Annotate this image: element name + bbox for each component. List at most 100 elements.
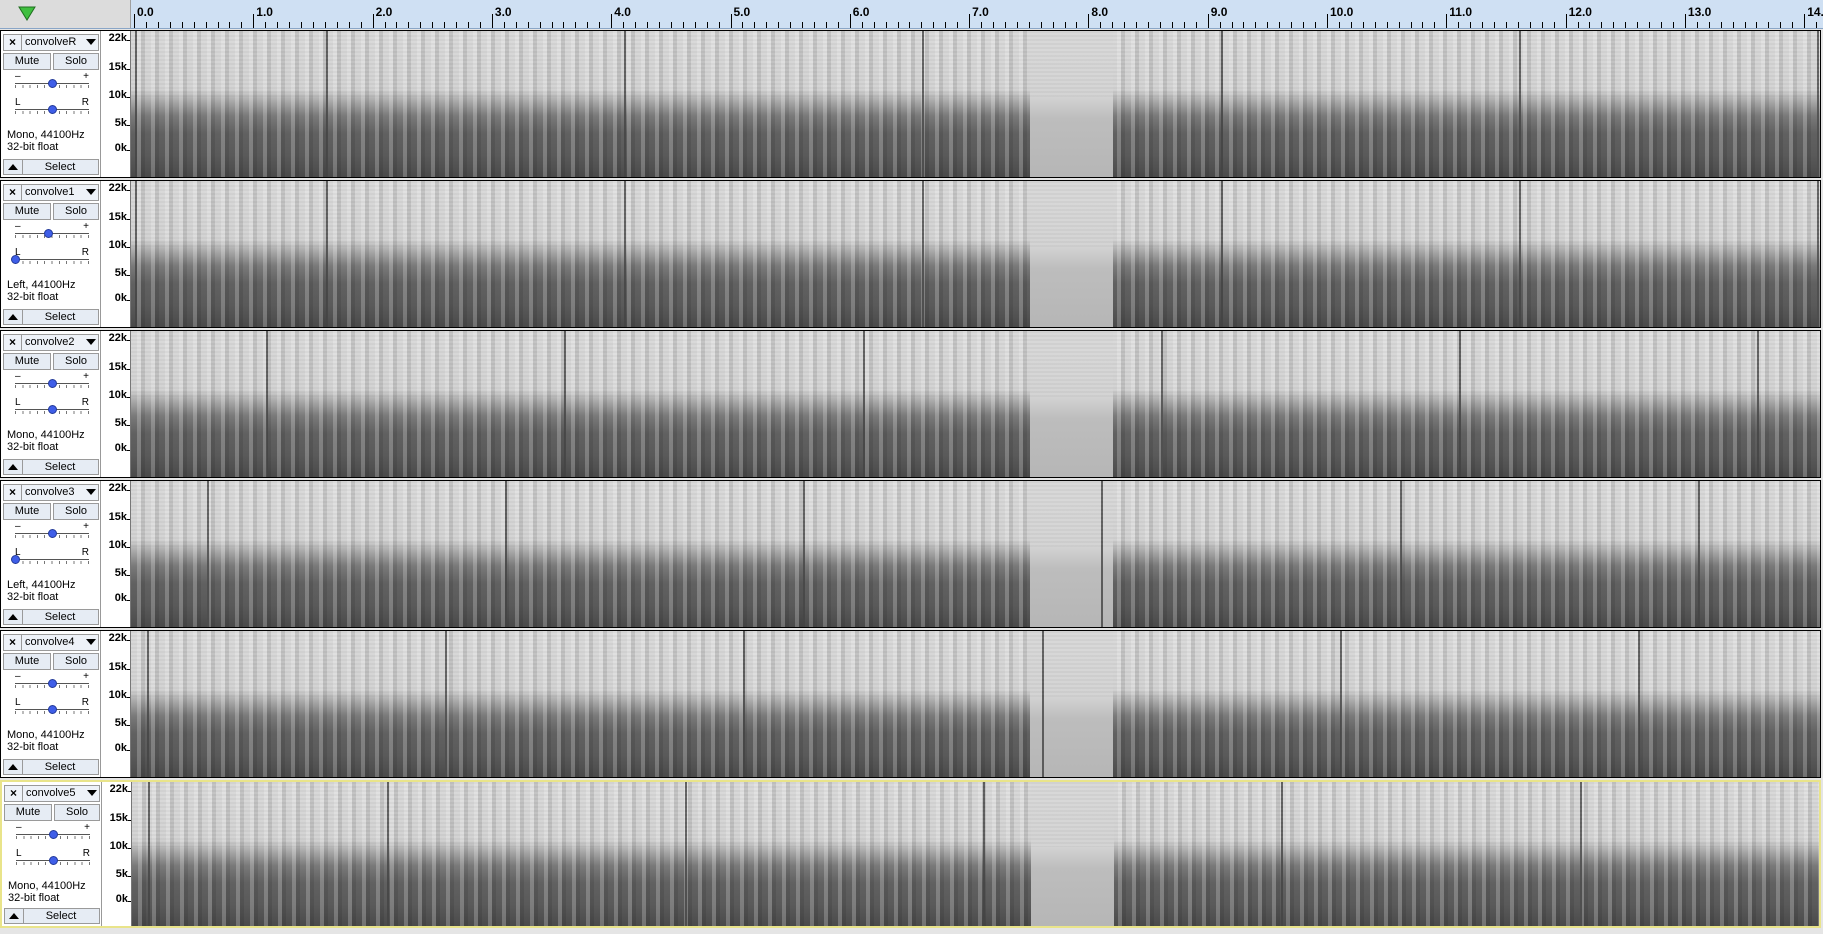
audio-track[interactable]: × convolve3 Mute Solo – + L R Left, 4410… — [0, 480, 1821, 628]
spectrogram[interactable] — [132, 782, 1819, 926]
track-control-panel[interactable]: × convolve5 Mute Solo – + L R Mono, 4410… — [2, 782, 102, 926]
mute-button[interactable]: Mute — [4, 804, 52, 821]
gain-slider[interactable]: – + — [15, 221, 89, 239]
track-name[interactable]: convolveR — [25, 36, 76, 48]
solo-button[interactable]: Solo — [53, 203, 99, 220]
audio-track[interactable]: × convolveR Mute Solo – + L R Mono, 4410… — [0, 30, 1821, 178]
pan-slider[interactable]: L R — [16, 848, 90, 866]
ruler-minor-tick — [1768, 22, 1770, 28]
gain-slider[interactable]: – + — [15, 521, 89, 539]
close-icon[interactable]: × — [4, 185, 22, 200]
pan-knob[interactable] — [48, 405, 57, 414]
spectrogram[interactable] — [131, 631, 1820, 777]
chevron-down-icon[interactable] — [86, 339, 96, 345]
gain-knob[interactable] — [48, 529, 57, 538]
frequency-ruler[interactable]: 22k 15k 10k 5k 0k — [101, 331, 131, 477]
solo-button[interactable]: Solo — [53, 503, 99, 520]
chevron-down-icon[interactable] — [86, 39, 96, 45]
track-name-bar[interactable]: × convolve3 — [3, 484, 99, 501]
pan-knob[interactable] — [48, 105, 57, 114]
gain-knob[interactable] — [48, 679, 57, 688]
solo-button[interactable]: Solo — [53, 353, 99, 370]
collapse-icon[interactable] — [4, 760, 23, 774]
play-head-icon[interactable] — [16, 4, 38, 24]
mute-button[interactable]: Mute — [3, 503, 51, 520]
audio-track[interactable]: × convolve5 Mute Solo – + L R Mono, 4410… — [0, 780, 1821, 928]
mute-button[interactable]: Mute — [3, 203, 51, 220]
track-name[interactable]: convolve1 — [25, 186, 75, 198]
select-button[interactable]: Select — [22, 460, 98, 474]
collapse-icon[interactable] — [4, 460, 23, 474]
pan-knob[interactable] — [49, 856, 58, 865]
gain-knob[interactable] — [49, 830, 58, 839]
select-button[interactable]: Select — [22, 310, 98, 324]
mute-button[interactable]: Mute — [3, 353, 51, 370]
solo-button[interactable]: Solo — [54, 804, 100, 821]
track-control-panel[interactable]: × convolve1 Mute Solo – + L R Left, 4410… — [1, 181, 101, 327]
select-button[interactable]: Select — [23, 909, 99, 923]
spectrogram[interactable] — [131, 181, 1820, 327]
frequency-ruler[interactable]: 22k 15k 10k 5k 0k — [101, 631, 131, 777]
pan-slider[interactable]: L R — [15, 397, 89, 415]
frequency-ruler[interactable]: 22k 15k 10k 5k 0k — [101, 181, 131, 327]
track-name-bar[interactable]: × convolve5 — [4, 785, 100, 802]
close-icon[interactable]: × — [4, 635, 22, 650]
chevron-down-icon[interactable] — [86, 189, 96, 195]
chevron-down-icon[interactable] — [86, 639, 96, 645]
select-button[interactable]: Select — [22, 160, 98, 174]
track-control-panel[interactable]: × convolve3 Mute Solo – + L R Left, 4410… — [1, 481, 101, 627]
gain-slider[interactable]: – + — [15, 371, 89, 389]
track-name-bar[interactable]: × convolve4 — [3, 634, 99, 651]
pan-slider[interactable]: L R — [11, 547, 89, 565]
collapse-icon[interactable] — [5, 909, 24, 923]
track-name[interactable]: convolve4 — [25, 636, 75, 648]
ruler-minor-tick — [1124, 22, 1126, 28]
track-control-panel[interactable]: × convolve2 Mute Solo – + L R Mono, 4410… — [1, 331, 101, 477]
track-name-bar[interactable]: × convolveR — [3, 34, 99, 51]
pan-slider[interactable]: L R — [15, 697, 89, 715]
select-button[interactable]: Select — [22, 760, 98, 774]
frequency-ruler[interactable]: 22k 15k 10k 5k 0k — [101, 481, 131, 627]
pan-slider[interactable]: L R — [15, 97, 89, 115]
chevron-down-icon[interactable] — [86, 489, 96, 495]
frequency-ruler[interactable]: 22k 15k 10k 5k 0k — [102, 782, 132, 926]
collapse-icon[interactable] — [4, 610, 23, 624]
spectrogram[interactable] — [131, 31, 1820, 177]
close-icon[interactable]: × — [5, 786, 23, 801]
track-name-bar[interactable]: × convolve1 — [3, 184, 99, 201]
gain-knob[interactable] — [48, 379, 57, 388]
gain-slider[interactable]: – + — [15, 671, 89, 689]
gain-slider[interactable]: – + — [15, 71, 89, 89]
track-name[interactable]: convolve2 — [25, 336, 75, 348]
gain-slider[interactable]: – + — [16, 822, 90, 840]
spectrogram[interactable] — [131, 331, 1820, 477]
chevron-down-icon[interactable] — [87, 790, 97, 796]
gain-knob[interactable] — [48, 79, 57, 88]
collapse-icon[interactable] — [4, 310, 23, 324]
solo-button[interactable]: Solo — [53, 53, 99, 70]
track-control-panel[interactable]: × convolve4 Mute Solo – + L R Mono, 4410… — [1, 631, 101, 777]
mute-button[interactable]: Mute — [3, 53, 51, 70]
audio-track[interactable]: × convolve2 Mute Solo – + L R Mono, 4410… — [0, 330, 1821, 478]
pan-knob[interactable] — [11, 255, 20, 264]
track-name[interactable]: convolve3 — [25, 486, 75, 498]
timeline-ruler[interactable]: 0.0 1.0 2.0 3.0 4.0 5.0 6.0 7.0 8.0 9.0 10.0 11.0 12… — [0, 0, 1823, 29]
close-icon[interactable]: × — [4, 485, 22, 500]
collapse-icon[interactable] — [4, 160, 23, 174]
close-icon[interactable]: × — [4, 335, 22, 350]
timeline-scale[interactable]: 0.0 1.0 2.0 3.0 4.0 5.0 6.0 7.0 8.0 9.0 10.0 11.0 12… — [130, 0, 1823, 28]
mute-button[interactable]: Mute — [3, 653, 51, 670]
frequency-ruler[interactable]: 22k 15k 10k 5k 0k — [101, 31, 131, 177]
pan-knob[interactable] — [48, 705, 57, 714]
audio-track[interactable]: × convolve4 Mute Solo – + L R Mono, 4410… — [0, 630, 1821, 778]
track-control-panel[interactable]: × convolveR Mute Solo – + L R Mono, 4410… — [1, 31, 101, 177]
solo-button[interactable]: Solo — [53, 653, 99, 670]
select-button[interactable]: Select — [22, 610, 98, 624]
track-name[interactable]: convolve5 — [26, 787, 76, 799]
audio-track[interactable]: × convolve1 Mute Solo – + L R Left, 4410… — [0, 180, 1821, 328]
pan-knob[interactable] — [11, 555, 20, 564]
pan-slider[interactable]: L R — [11, 247, 89, 265]
close-icon[interactable]: × — [4, 35, 22, 50]
spectrogram[interactable] — [131, 481, 1820, 627]
track-name-bar[interactable]: × convolve2 — [3, 334, 99, 351]
